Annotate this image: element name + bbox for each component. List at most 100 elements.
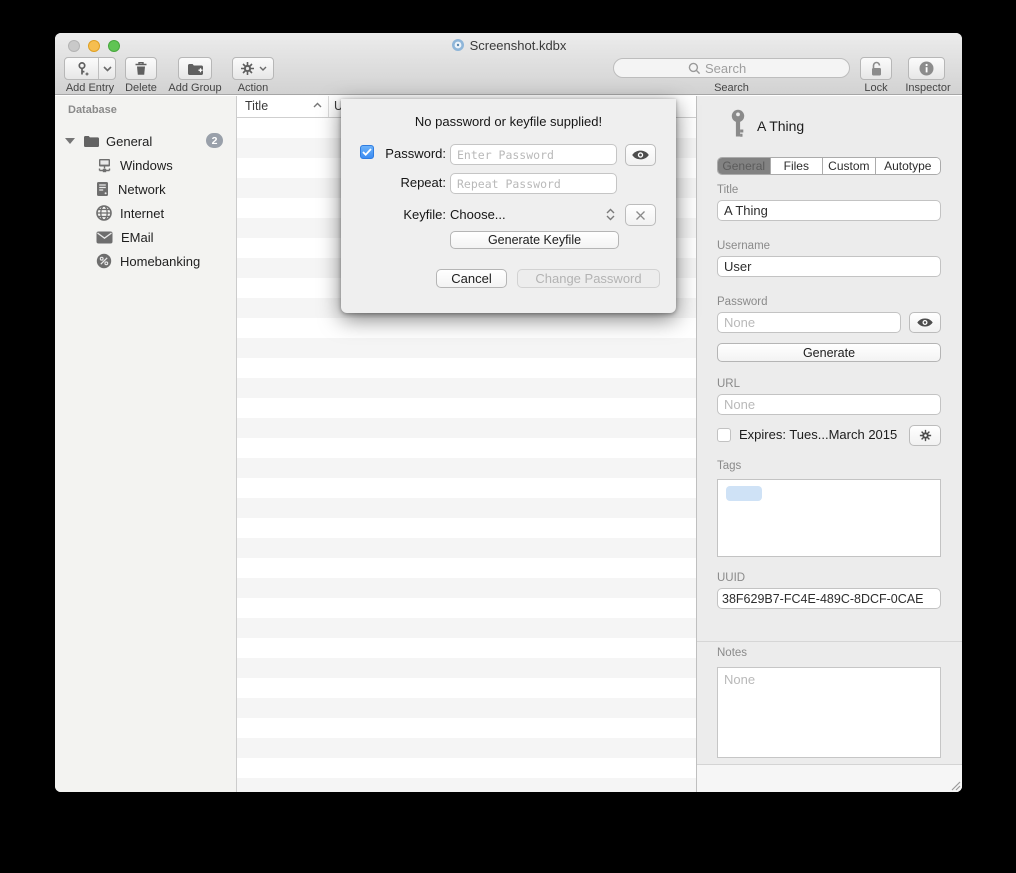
tab-general[interactable]: General xyxy=(718,158,771,174)
column-header-title[interactable]: Title xyxy=(245,99,268,113)
lock-button[interactable] xyxy=(860,57,892,80)
password-field[interactable] xyxy=(717,312,901,333)
sidebar: Database General 2 Windows Network xyxy=(55,96,237,792)
keyfile-popup[interactable]: Choose... xyxy=(450,204,617,225)
sort-ascending-icon xyxy=(313,102,322,108)
inspector-footer xyxy=(697,764,962,792)
inspector-label: Inspector xyxy=(900,82,956,94)
key-icon xyxy=(727,109,749,141)
expires-label: Expires: Tues...March 2015 xyxy=(739,427,897,442)
password-field-label: Password xyxy=(717,296,768,308)
document-icon xyxy=(451,38,465,52)
sidebar-item-general[interactable]: General 2 xyxy=(55,129,236,153)
sidebar-item-email[interactable]: EMail xyxy=(55,225,236,249)
sheet-repeat-label: Repeat: xyxy=(360,175,446,190)
add-group-label: Add Group xyxy=(165,82,225,94)
inspector-button[interactable] xyxy=(908,57,945,80)
uuid-label: UUID xyxy=(717,572,745,584)
tab-files[interactable]: Files xyxy=(771,158,824,174)
title-field-label: Title xyxy=(717,184,738,196)
sheet-show-password-button[interactable] xyxy=(625,144,656,166)
cancel-button[interactable]: Cancel xyxy=(436,269,507,288)
email-icon xyxy=(96,231,113,244)
delete-button[interactable] xyxy=(125,57,157,80)
unlock-icon xyxy=(869,61,884,77)
sheet-message: No password or keyfile supplied! xyxy=(341,114,676,129)
sidebar-section-header: Database xyxy=(68,104,117,116)
stepper-icon xyxy=(606,208,615,221)
key-plus-icon xyxy=(65,61,98,77)
search-icon xyxy=(688,62,701,75)
network-icon xyxy=(96,181,109,197)
notes-label: Notes xyxy=(717,647,747,659)
search-box[interactable] xyxy=(613,58,850,78)
sidebar-item-label: Network xyxy=(118,182,166,197)
gear-icon xyxy=(919,429,932,442)
entry-title: A Thing xyxy=(757,118,804,134)
entry-count-badge: 2 xyxy=(206,133,223,148)
generate-keyfile-button[interactable]: Generate Keyfile xyxy=(450,231,619,249)
sidebar-item-internet[interactable]: Internet xyxy=(55,201,236,225)
tag-chip[interactable] xyxy=(726,486,762,501)
password-sheet: No password or keyfile supplied! Passwor… xyxy=(341,99,676,313)
app-window: Screenshot.kdbx Add Entry Delete Add xyxy=(55,33,962,792)
notes-textarea[interactable] xyxy=(717,667,941,758)
clear-keyfile-button[interactable] xyxy=(625,204,656,226)
chevron-down-icon xyxy=(259,66,267,71)
sheet-repeat-input[interactable] xyxy=(450,173,617,194)
add-group-button[interactable] xyxy=(178,57,212,80)
username-field-label: Username xyxy=(717,240,770,252)
tab-custom[interactable]: Custom xyxy=(823,158,876,174)
change-password-button[interactable]: Change Password xyxy=(517,269,660,288)
show-password-button[interactable] xyxy=(909,312,941,333)
sidebar-item-label: Windows xyxy=(120,158,173,173)
eye-icon xyxy=(916,317,934,328)
inspector-panel: A Thing General Files Custom Autotype Ti… xyxy=(696,96,962,792)
title-field[interactable] xyxy=(717,200,941,221)
action-button[interactable] xyxy=(232,57,274,80)
delete-label: Delete xyxy=(111,82,171,94)
resize-grip[interactable] xyxy=(949,779,961,791)
close-x-icon xyxy=(635,210,646,221)
sidebar-item-windows[interactable]: Windows xyxy=(55,153,236,177)
titlebar-toolbar: Screenshot.kdbx Add Entry Delete Add xyxy=(55,33,962,95)
folder-plus-icon xyxy=(187,62,204,76)
chevron-down-icon[interactable] xyxy=(99,66,115,72)
url-field-label: URL xyxy=(717,378,740,390)
url-field[interactable] xyxy=(717,394,941,415)
disclosure-triangle-icon[interactable] xyxy=(65,138,75,144)
username-field[interactable] xyxy=(717,256,941,277)
expires-checkbox[interactable] xyxy=(717,428,731,442)
search-input[interactable] xyxy=(705,61,815,76)
tab-autotype[interactable]: Autotype xyxy=(876,158,940,174)
keyfile-popup-value: Choose... xyxy=(450,207,506,222)
sidebar-item-label: Internet xyxy=(120,206,164,221)
sheet-keyfile-label: Keyfile: xyxy=(360,207,446,222)
window-title-row: Screenshot.kdbx xyxy=(55,36,962,54)
trash-icon xyxy=(134,61,148,76)
homebanking-icon xyxy=(96,253,112,269)
expires-settings-button[interactable] xyxy=(909,425,941,446)
tags-label: Tags xyxy=(717,460,741,472)
tags-box[interactable] xyxy=(717,479,941,557)
action-label: Action xyxy=(232,82,274,94)
generate-password-button[interactable]: Generate xyxy=(717,343,941,362)
search-label: Search xyxy=(613,82,850,94)
add-entry-button[interactable] xyxy=(64,57,116,80)
lock-label: Lock xyxy=(854,82,898,94)
column-divider[interactable] xyxy=(328,96,329,117)
sheet-password-input[interactable] xyxy=(450,144,617,165)
internet-icon xyxy=(96,205,112,221)
eye-icon xyxy=(631,149,650,161)
sheet-password-label: Password: xyxy=(360,146,446,161)
sidebar-item-label: General xyxy=(106,134,152,149)
sidebar-item-label: Homebanking xyxy=(120,254,200,269)
windows-icon xyxy=(96,158,113,173)
add-entry-label: Add Entry xyxy=(64,82,116,94)
sidebar-item-network[interactable]: Network xyxy=(55,177,236,201)
sidebar-item-label: EMail xyxy=(121,230,154,245)
window-title: Screenshot.kdbx xyxy=(470,38,567,53)
section-divider xyxy=(697,641,962,642)
sidebar-item-homebanking[interactable]: Homebanking xyxy=(55,249,236,273)
uuid-field[interactable] xyxy=(717,588,941,609)
